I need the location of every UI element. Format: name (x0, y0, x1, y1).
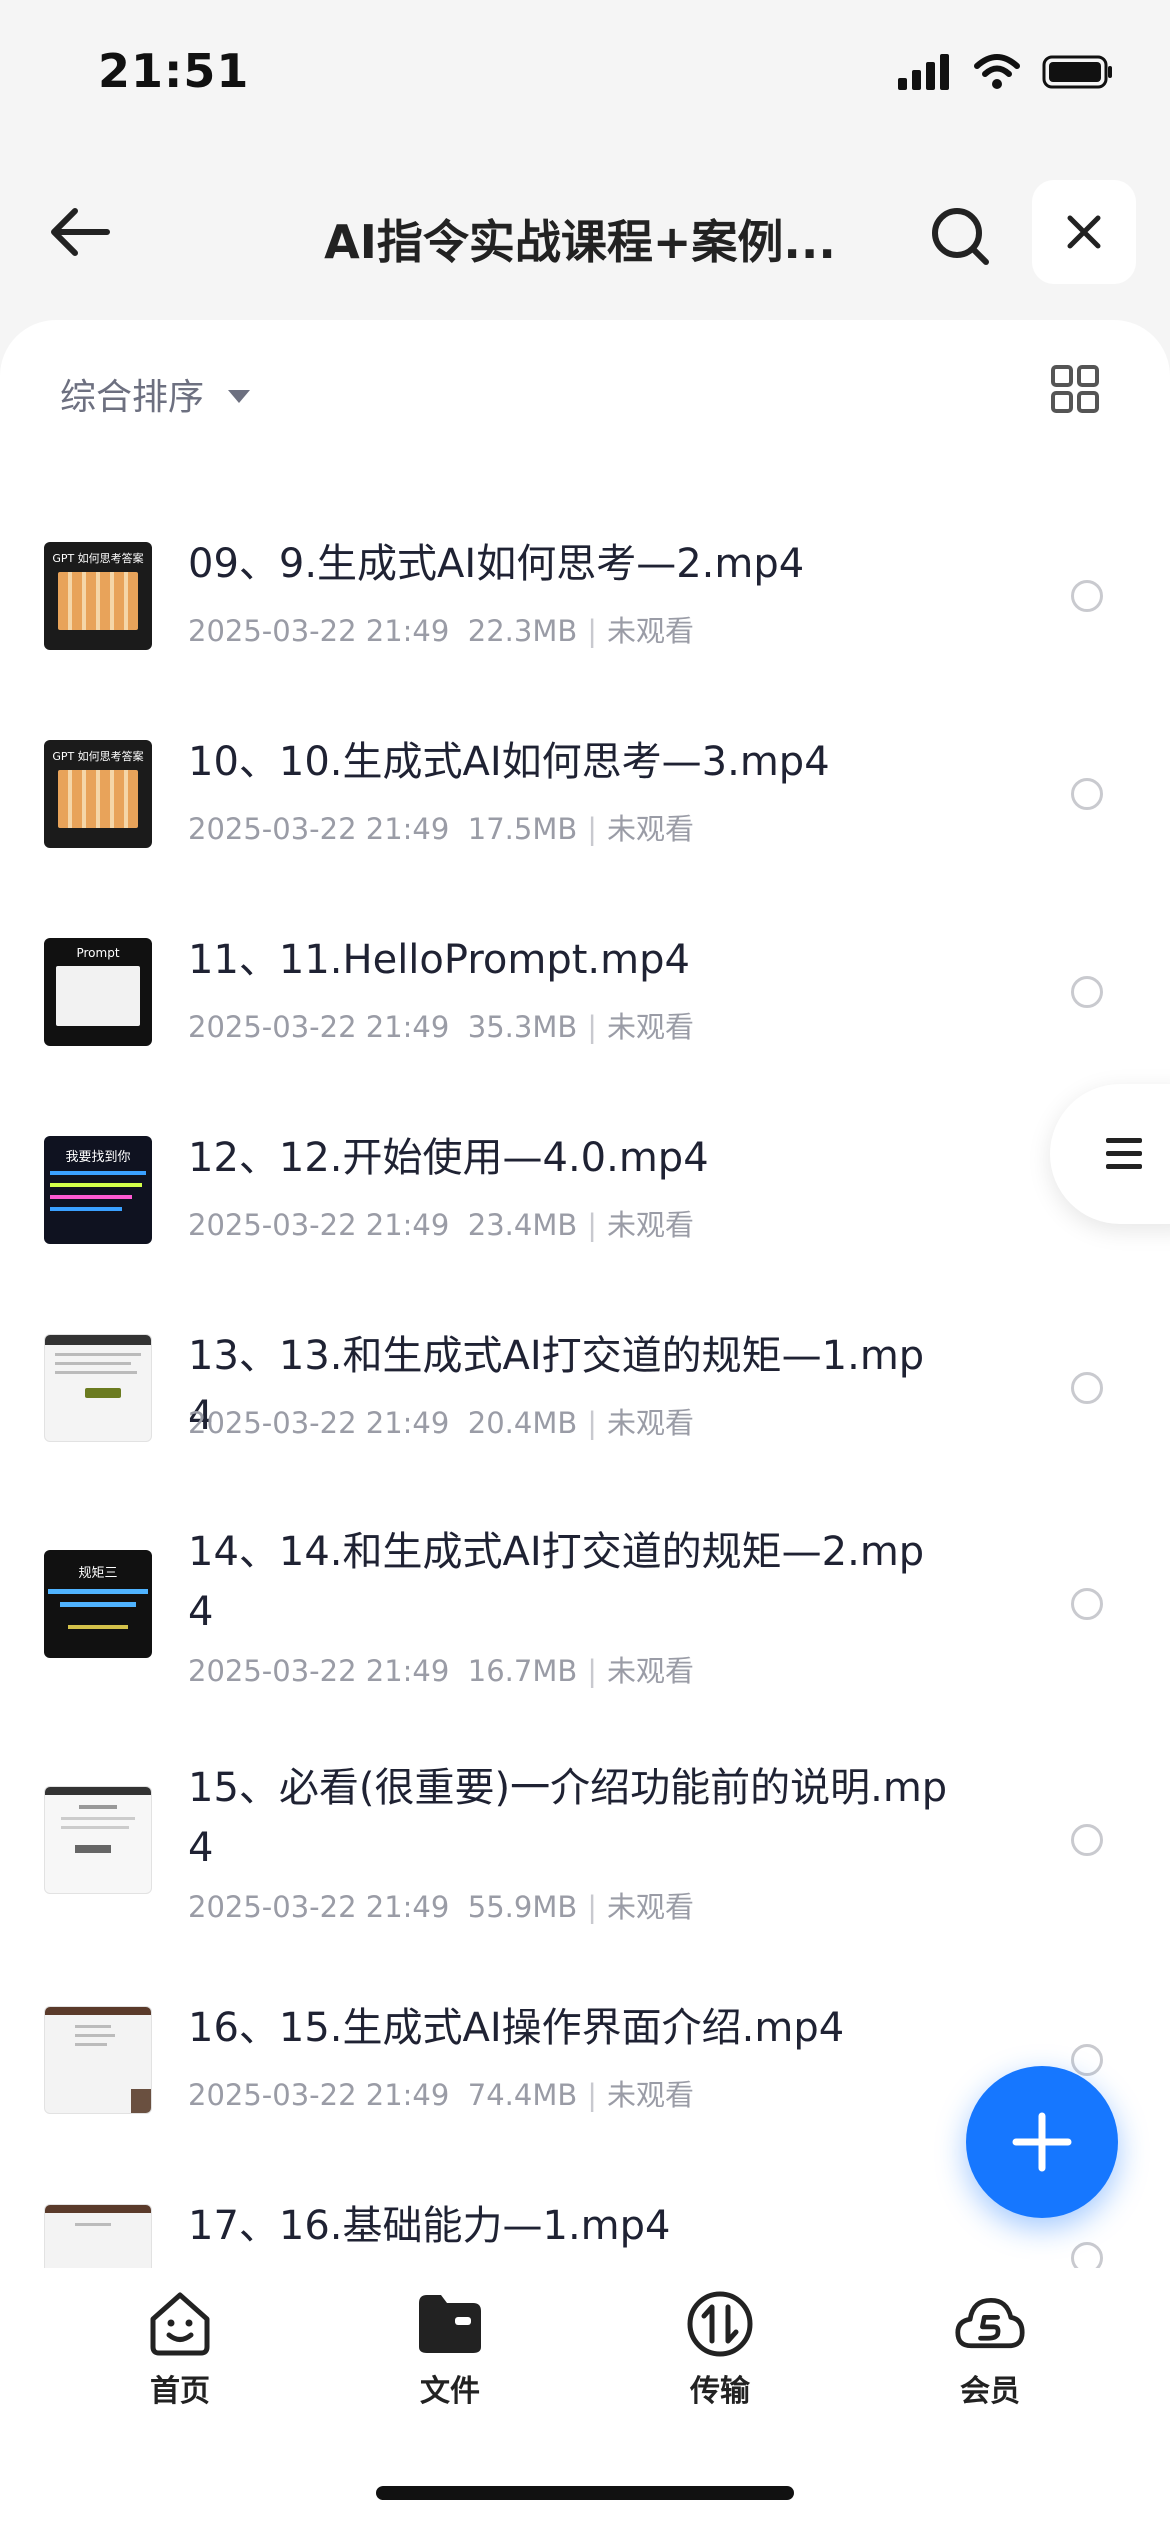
file-size: 22.3MB (467, 614, 578, 648)
select-radio[interactable] (1071, 778, 1103, 810)
watch-status: 未观看 (607, 812, 695, 846)
file-name: 10、10.生成式AI如何思考—3.mp4 (188, 739, 830, 785)
file-meta: 2025-03-22 21:49 20.4MB | 未观看 (188, 1406, 695, 1440)
file-name: 16、15.生成式AI操作界面介绍.mp4 (188, 2005, 845, 2051)
tab-home[interactable]: 首页 (100, 2288, 260, 2410)
video-thumbnail (44, 2204, 152, 2270)
watch-status: 未观看 (607, 1406, 695, 1440)
transfer-icon (687, 2291, 753, 2357)
select-radio[interactable] (1071, 2044, 1103, 2076)
watch-status: 未观看 (607, 614, 695, 648)
tab-member-label: 会员 (960, 2374, 1020, 2409)
back-button[interactable] (44, 196, 116, 268)
file-size: 35.3MB (467, 1010, 578, 1044)
file-date: 2025-03-22 21:49 (188, 2078, 450, 2112)
tab-transfer-label: 传输 (690, 2374, 750, 2409)
file-name: 14、14.和生成式AI打交道的规矩—2.mp4 (188, 1529, 925, 1635)
menu-lines-icon (1106, 1138, 1142, 1169)
watch-status: 未观看 (607, 1208, 695, 1242)
file-size: 55.9MB (467, 1890, 578, 1924)
select-radio[interactable] (1071, 580, 1103, 612)
watch-status: 未观看 (607, 2078, 695, 2112)
video-thumbnail: GPT 如何思考答案 (44, 740, 152, 848)
file-meta: 2025-03-22 21:49 16.7MB | 未观看 (188, 1654, 695, 1688)
video-thumbnail: 规矩三 (44, 1550, 152, 1658)
signal-icon (898, 54, 949, 90)
video-thumbnail: Prompt (44, 938, 152, 1046)
file-name: 17、16.基础能力—1.mp4 (188, 2203, 671, 2249)
plus-icon (1012, 2112, 1072, 2172)
folder-icon (419, 2295, 481, 2353)
file-name: 11、11.HelloPrompt.mp4 (188, 937, 690, 983)
watch-status: 未观看 (607, 1890, 695, 1924)
page-title: AI指令实战课程+案例... (324, 215, 836, 269)
video-thumbnail: 我要找到你 (44, 1136, 152, 1244)
status-icons (898, 54, 1114, 90)
file-date: 2025-03-22 21:49 (188, 1654, 450, 1688)
thumbnail-caption: GPT 如何思考答案 (52, 750, 144, 763)
file-meta: 2025-03-22 21:49 35.3MB | 未观看 (188, 1010, 695, 1044)
search-button[interactable] (920, 196, 1000, 276)
video-thumbnail (44, 1334, 152, 1442)
tab-member[interactable]: 会员 (910, 2288, 1070, 2410)
file-name: 12、12.开始使用—4.0.mp4 (188, 1135, 709, 1181)
video-thumbnail (44, 2006, 152, 2114)
thumbnail-caption: 我要找到你 (65, 1150, 131, 1165)
file-meta: 2025-03-22 21:49 17.5MB | 未观看 (188, 812, 695, 846)
select-radio[interactable] (1071, 1588, 1103, 1620)
top-bar: AI指令实战课程+案例... (0, 150, 1170, 310)
file-size: 74.4MB (467, 2078, 578, 2112)
file-size: 17.5MB (467, 812, 578, 846)
file-date: 2025-03-22 21:49 (188, 1890, 450, 1924)
file-meta: 2025-03-22 21:49 22.3MB | 未观看 (188, 614, 695, 648)
select-radio[interactable] (1071, 976, 1103, 1008)
file-size: 23.4MB (467, 1208, 578, 1242)
thumbnail-caption: 规矩三 (78, 1566, 118, 1581)
status-time: 21:51 (98, 44, 250, 98)
wifi-icon (974, 54, 1020, 89)
select-radio[interactable] (1071, 1372, 1103, 1404)
file-list: GPT 如何思考答案 09、9.生成式AI如何思考—2.mp4 2025-03-… (0, 320, 1170, 2270)
file-meta: 2025-03-22 21:49 74.4MB | 未观看 (188, 2078, 695, 2112)
file-name: 15、必看(很重要)一介绍功能前的说明.mp4 (188, 1765, 948, 1871)
select-radio[interactable] (1071, 2242, 1103, 2270)
home-indicator (376, 2486, 794, 2500)
watch-status: 未观看 (607, 1654, 695, 1688)
smile-home-icon (150, 2292, 210, 2356)
tab-files-label: 文件 (420, 2374, 480, 2409)
arrow-left-icon (51, 208, 110, 256)
video-thumbnail: GPT 如何思考答案 (44, 542, 152, 650)
file-name: 09、9.生成式AI如何思考—2.mp4 (188, 541, 805, 587)
select-radio[interactable] (1071, 1824, 1103, 1856)
file-size: 20.4MB (467, 1406, 578, 1440)
status-bar: 21:51 (0, 0, 1170, 150)
thumbnail-caption: GPT 如何思考答案 (52, 552, 144, 565)
tab-home-label: 首页 (150, 2374, 210, 2409)
tab-transfer[interactable]: 传输 (640, 2288, 800, 2410)
file-date: 2025-03-22 21:49 (188, 812, 450, 846)
file-date: 2025-03-22 21:49 (188, 1208, 450, 1242)
tab-files[interactable]: 文件 (370, 2288, 530, 2410)
file-date: 2025-03-22 21:49 (188, 1010, 450, 1044)
watch-status: 未观看 (607, 1010, 695, 1044)
close-icon (1067, 215, 1101, 249)
file-meta: 2025-03-22 21:49 23.4MB | 未观看 (188, 1208, 695, 1242)
file-meta: 2025-03-22 21:49 55.9MB | 未观看 (188, 1890, 695, 1924)
cloud-member-icon (955, 2297, 1025, 2349)
video-thumbnail (44, 1786, 152, 1894)
add-button[interactable] (966, 2066, 1118, 2218)
close-button[interactable] (1032, 180, 1136, 284)
thumbnail-caption: Prompt (76, 946, 120, 960)
file-date: 2025-03-22 21:49 (188, 614, 450, 648)
search-icon (932, 208, 989, 265)
file-size: 16.7MB (467, 1654, 578, 1688)
battery-icon (1042, 55, 1112, 89)
file-date: 2025-03-22 21:49 (188, 1406, 450, 1440)
